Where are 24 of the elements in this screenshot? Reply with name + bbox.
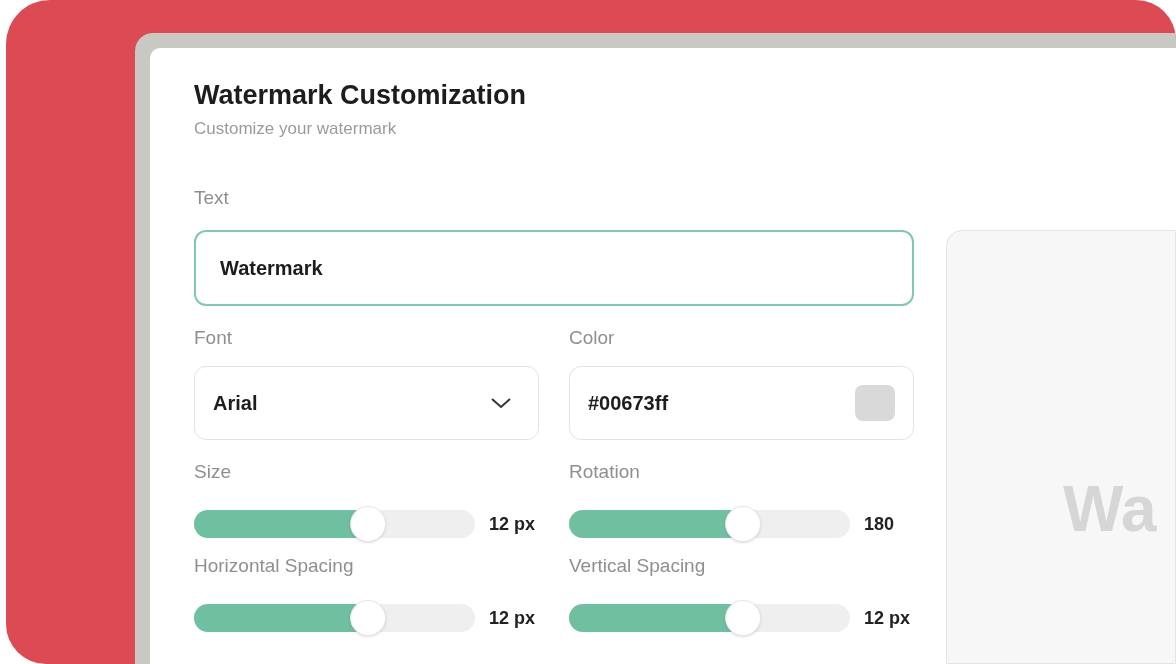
color-field[interactable]: #00673ff [569,366,914,440]
dropdown-value: Arial [213,391,258,416]
slider-label: Horizontal Spacing [194,556,355,576]
slider-thumb[interactable] [725,600,762,636]
slider-label: Size [194,462,232,482]
panel-title: Watermark Customization [194,82,528,112]
font-dropdown[interactable]: Arial [194,366,539,440]
slider-value: 12 px [489,512,536,536]
slider-value: 180 [864,512,895,536]
color-swatch[interactable] [855,385,895,421]
slider-thumb[interactable] [725,506,762,542]
chevron-down-icon [490,397,512,409]
field-label: Font [194,328,234,348]
slider-value: 12 px [489,606,536,630]
text-input[interactable]: Watermark [194,230,914,306]
slider-value: 12 px [864,606,911,630]
slider-thumb[interactable] [350,506,387,542]
field-label: Color [569,328,616,348]
slider-label: Vertical Spacing [569,556,707,576]
slider-thumb[interactable] [350,600,387,636]
color-value: #00673ff [588,391,669,416]
slider-label: Rotation [569,462,641,482]
panel-subtitle: Customize your watermark [194,120,398,140]
field-label: Text [194,188,230,208]
